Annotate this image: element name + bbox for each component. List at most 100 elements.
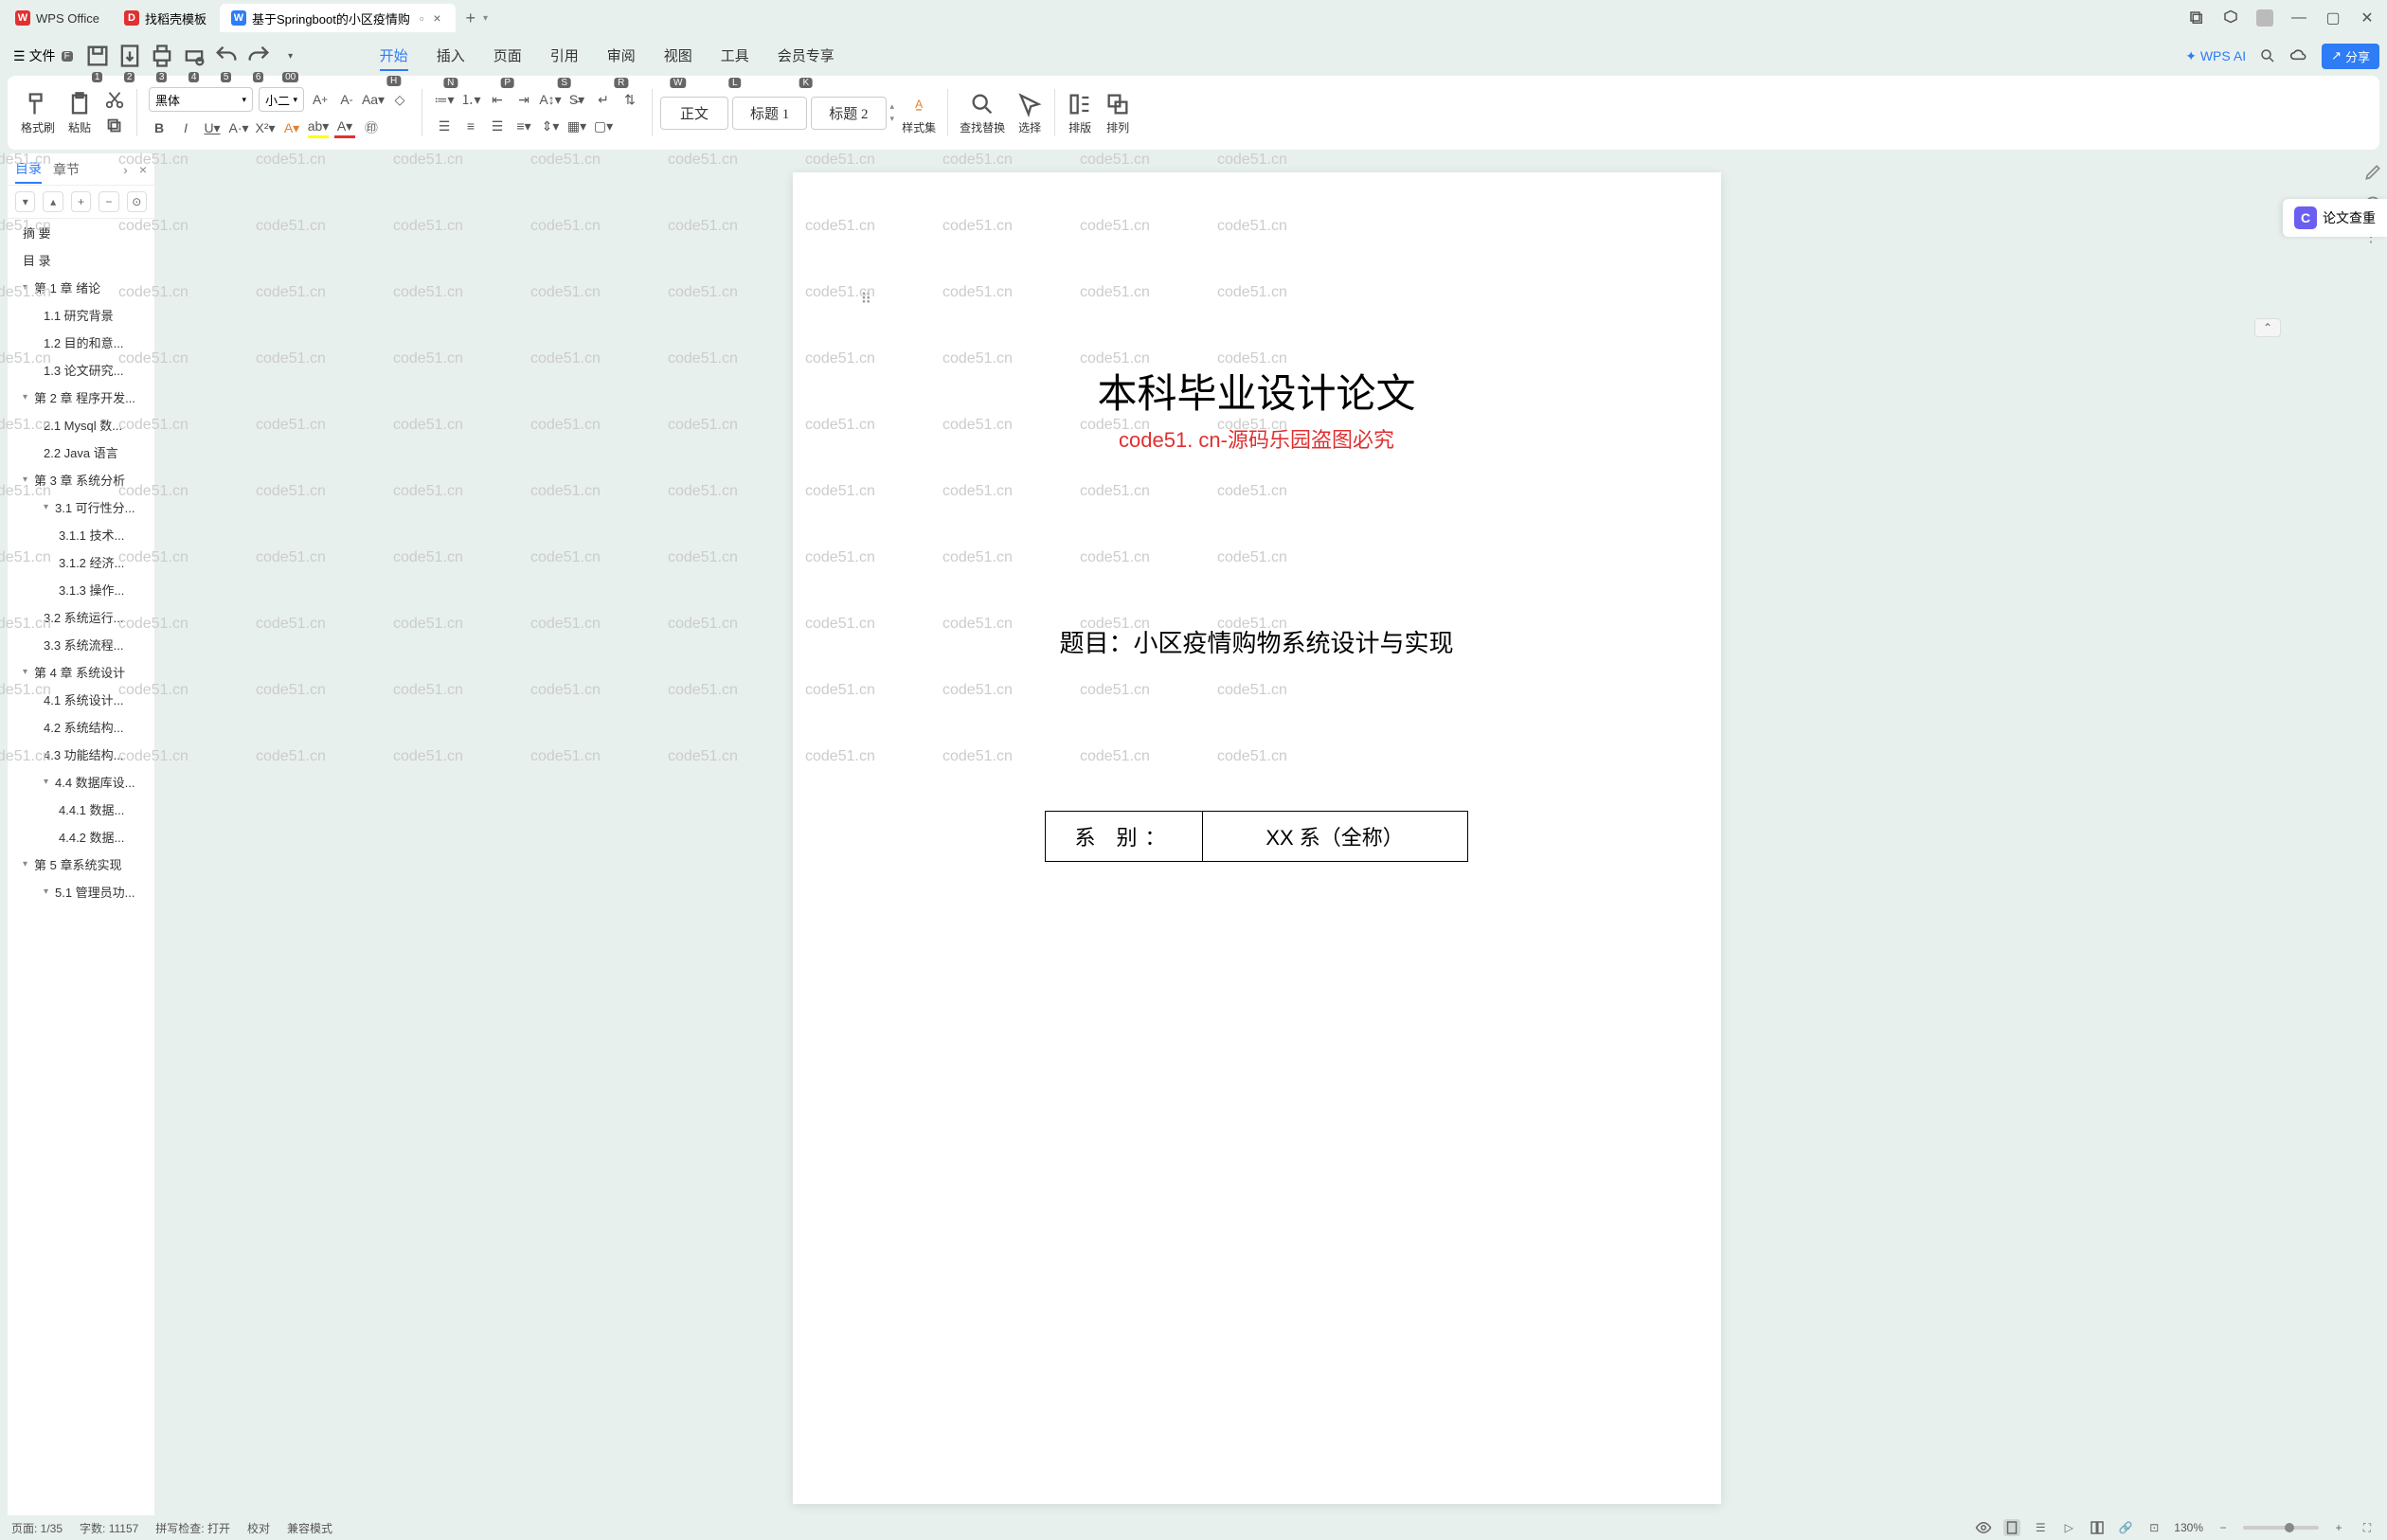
style-set-button[interactable]: A͇ 样式集 xyxy=(898,91,940,135)
justify-icon[interactable]: ≡▾ xyxy=(513,116,534,136)
toc-item[interactable]: ▾4.4 数据库设... xyxy=(8,768,154,796)
settings-icon[interactable]: ⊙ xyxy=(127,191,147,212)
tab-menu-icon[interactable]: ▫ xyxy=(420,11,424,26)
chevron-down-icon[interactable]: ▾ xyxy=(23,282,32,293)
book-icon[interactable] xyxy=(2089,1519,2106,1536)
sp-tab-toc[interactable]: 目录 xyxy=(15,155,42,184)
toc-item[interactable]: ▾第 4 章 系统设计 xyxy=(8,658,154,686)
page-indicator[interactable]: 页面: 1/35 xyxy=(11,1520,63,1536)
share-button[interactable]: ↗ 分享 xyxy=(2322,44,2379,69)
cut-icon[interactable] xyxy=(104,89,125,110)
chevron-down-icon[interactable]: ▾ xyxy=(23,392,32,403)
remove-icon[interactable]: − xyxy=(99,191,118,212)
document-canvas[interactable]: ⌃ ⠿ 本科毕业设计论文 code51. cn-源码乐园盗图必究 题目：小区疫情… xyxy=(154,153,2359,1523)
minimize-icon[interactable]: — xyxy=(2290,9,2307,27)
text-effect-icon[interactable]: A▾ xyxy=(281,117,302,138)
toc-item[interactable]: 4.1 系统设计... xyxy=(8,686,154,713)
zoom-out-icon[interactable]: − xyxy=(2215,1519,2232,1536)
add-icon[interactable]: + xyxy=(71,191,91,212)
order-button[interactable]: 排列 xyxy=(1101,91,1135,135)
shading-icon[interactable]: ▦▾ xyxy=(566,116,587,136)
select-button[interactable]: 选择 xyxy=(1013,91,1047,135)
paste-button[interactable]: 粘贴 xyxy=(63,91,97,135)
align-left-icon[interactable]: ☰ xyxy=(434,116,455,136)
search-icon[interactable] xyxy=(2259,47,2276,64)
line-break-icon[interactable]: ↵ xyxy=(593,89,614,110)
toc-item[interactable]: 摘 要 xyxy=(8,219,154,246)
export-icon[interactable]: 2 xyxy=(117,43,143,69)
proofing-status[interactable]: 校对 xyxy=(247,1520,270,1536)
toc-item[interactable]: 4.2 系统结构... xyxy=(8,713,154,741)
tab-document[interactable]: W 基于Springboot的小区疫情购 ▫ × xyxy=(220,4,457,32)
toc-item[interactable]: 3.2 系统运行... xyxy=(8,603,154,631)
qat-more-icon[interactable]: ▾00 xyxy=(278,43,304,69)
chevron-down-icon[interactable]: ▾ xyxy=(44,886,53,897)
compat-mode[interactable]: 兼容模式 xyxy=(287,1520,332,1536)
word-count[interactable]: 字数: 11157 xyxy=(80,1520,138,1536)
strikethrough-icon[interactable]: S̶▾ xyxy=(566,89,587,110)
style-heading2[interactable]: 标题 2 xyxy=(811,97,886,130)
toc-item[interactable]: 1.3 论文研究... xyxy=(8,356,154,384)
toc-item[interactable]: 3.1.2 经济... xyxy=(8,548,154,576)
pencil-icon[interactable] xyxy=(2363,163,2382,182)
clear-format-icon[interactable]: ◇ xyxy=(389,89,410,110)
toc-item[interactable]: ▾第 2 章 程序开发... xyxy=(8,384,154,411)
save-icon[interactable]: 1 xyxy=(84,43,111,69)
font-size-select[interactable]: 小二▾ xyxy=(259,87,304,112)
close-icon[interactable]: × xyxy=(429,10,444,26)
italic-icon[interactable]: I xyxy=(175,117,196,138)
increase-indent-icon[interactable]: ⇥ xyxy=(513,89,534,110)
emphasis-icon[interactable]: A·▾ xyxy=(228,117,249,138)
style-more-icon[interactable]: ▴▾ xyxy=(890,101,895,124)
underline-icon[interactable]: U▾ xyxy=(202,117,223,138)
style-heading1[interactable]: 标题 1 xyxy=(732,97,807,130)
toc-item[interactable]: ▾3.1 可行性分... xyxy=(8,493,154,521)
toc-item[interactable]: 2.1 Mysql 数... xyxy=(8,411,154,439)
expand-down-icon[interactable]: ▾ xyxy=(15,191,35,212)
menu-review[interactable]: 审阅R xyxy=(607,42,636,71)
tab-dropdown-icon[interactable]: ▾ xyxy=(483,13,488,24)
toc-item[interactable]: ▾第 5 章系统实现 xyxy=(8,851,154,878)
sort-icon[interactable]: ⇅ xyxy=(619,89,640,110)
align-right-icon[interactable]: ☰ xyxy=(487,116,508,136)
highlight-icon[interactable]: ab▾ xyxy=(308,117,329,138)
chevron-down-icon[interactable]: ▾ xyxy=(44,502,53,512)
toc-item[interactable]: ▾第 3 章 系统分析 xyxy=(8,466,154,493)
file-menu[interactable]: ☰ 文件 F xyxy=(8,43,79,69)
decrease-font-icon[interactable]: A- xyxy=(336,89,357,110)
toc-item[interactable]: 2.2 Java 语言 xyxy=(8,439,154,466)
outline-view-icon[interactable]: ☰ xyxy=(2032,1519,2049,1536)
circle-text-icon[interactable]: ㊞ xyxy=(361,117,382,138)
print-icon[interactable]: 3 xyxy=(149,43,175,69)
zoom-slider[interactable] xyxy=(2243,1526,2319,1530)
chevron-down-icon[interactable]: ▾ xyxy=(44,777,53,787)
align-center-icon[interactable]: ≡ xyxy=(460,116,481,136)
play-icon[interactable]: ▷ xyxy=(2060,1519,2077,1536)
avatar-icon[interactable] xyxy=(2256,9,2273,27)
wps-ai-button[interactable]: ✦ WPS AI xyxy=(2185,48,2246,64)
chevron-right-icon[interactable]: › xyxy=(123,162,128,177)
spell-check-status[interactable]: 拼写检查: 打开 xyxy=(155,1520,230,1536)
menu-home[interactable]: 开始H xyxy=(380,42,408,71)
toc-item[interactable]: 4.4.2 数据... xyxy=(8,823,154,851)
change-case-icon[interactable]: Aa▾ xyxy=(363,89,384,110)
cube-icon[interactable] xyxy=(2222,9,2239,27)
collapse-up-icon[interactable]: ▴ xyxy=(43,191,63,212)
border-icon[interactable]: ▢▾ xyxy=(593,116,614,136)
bullet-list-icon[interactable]: ≔▾ xyxy=(434,89,455,110)
new-tab-button[interactable]: + xyxy=(458,9,483,28)
toc-item[interactable]: ▾5.1 管理员功... xyxy=(8,878,154,905)
tab-templates[interactable]: D 找稻壳模板 xyxy=(113,4,218,32)
undo-icon[interactable]: 5 xyxy=(213,43,240,69)
cloud-icon[interactable] xyxy=(2289,46,2308,65)
zoom-level[interactable]: 130% xyxy=(2174,1521,2203,1534)
redo-icon[interactable]: 6 xyxy=(245,43,272,69)
close-panel-icon[interactable]: × xyxy=(139,162,147,177)
text-direction-icon[interactable]: A↕▾ xyxy=(540,89,561,110)
toc-item[interactable]: ▾第 1 章 绪论 xyxy=(8,274,154,301)
number-list-icon[interactable]: ⒈▾ xyxy=(460,89,481,110)
decrease-indent-icon[interactable]: ⇤ xyxy=(487,89,508,110)
menu-view[interactable]: 视图W xyxy=(664,42,692,71)
menu-insert[interactable]: 插入N xyxy=(437,42,465,71)
bold-icon[interactable]: B xyxy=(149,117,170,138)
